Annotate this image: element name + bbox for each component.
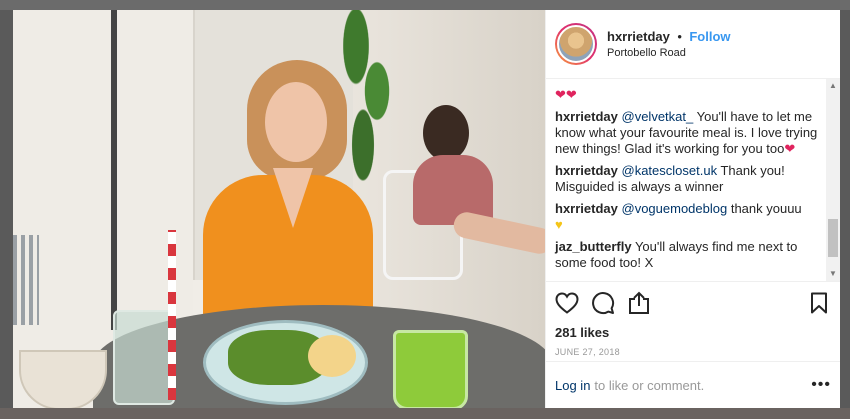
post-details-panel: hxrrietday • Follow Portobello Road ❤❤ h… [545,10,840,408]
likes-count[interactable]: 281 likes [546,323,840,343]
background-tile [0,408,850,419]
comment-mention[interactable]: @velvetkat_ [622,109,694,124]
comments-list[interactable]: ❤❤ hxrrietday @velvetkat_ You'll have to… [546,79,840,281]
scroll-up-arrow-icon[interactable]: ▲ [826,79,840,93]
photo-green-juice [393,330,468,408]
comment-text: thank youuu [727,201,802,216]
scroll-down-arrow-icon[interactable]: ▼ [826,267,840,281]
action-bar [546,281,840,323]
post-location[interactable]: Portobello Road [607,47,731,61]
heart-icon[interactable] [555,291,579,315]
post-header: hxrrietday • Follow Portobello Road [546,10,840,79]
comment-username[interactable]: jaz_butterfly [555,239,632,254]
comment-username[interactable]: hxrrietday [555,163,618,178]
comment-username[interactable]: hxrrietday [555,201,618,216]
comment-item: hxrrietday @katescloset.uk Thank you! Mi… [555,163,826,195]
comment-username[interactable]: hxrrietday [555,109,618,124]
separator-dot: • [677,29,682,45]
comment-item: jaz_butterfly You'll always find me next… [555,239,826,271]
photo-cutlery [13,235,39,325]
post-date[interactable]: JUNE 27, 2018 [546,343,840,361]
post-username[interactable]: hxrrietday [607,29,670,44]
yellow-heart-emoji: ♥ [555,217,563,232]
comment-hearts: ❤❤ [555,87,577,102]
share-icon[interactable] [627,291,651,315]
post-photo[interactable] [13,10,545,408]
photo-background-person [413,105,545,305]
follow-button[interactable]: Follow [689,29,730,44]
login-prompt-text: to like or comment. [594,377,705,393]
photo-eggs [308,335,356,377]
more-options-icon[interactable]: ••• [811,376,831,394]
comment-mention[interactable]: @voguemodeblog [622,201,728,216]
comments-scrollbar[interactable]: ▲ ▼ [826,79,840,281]
photo-bowl [19,350,107,408]
login-bar: Log in to like or comment. ••• [546,361,840,408]
clipped-comment [555,79,826,83]
comment-item: hxrrietday @velvetkat_ You'll have to le… [555,109,826,157]
login-link[interactable]: Log in [555,378,590,393]
comment-item: hxrrietday @voguemodeblog thank youuu ♥ [555,201,826,233]
post-modal: hxrrietday • Follow Portobello Road ❤❤ h… [13,10,840,408]
background-tile [0,0,850,10]
photo-pipe [111,10,117,330]
user-avatar[interactable] [555,23,597,65]
photo-straw [168,230,176,400]
photo-main-person [203,60,373,325]
comment-icon[interactable] [591,291,615,315]
bookmark-icon[interactable] [807,291,831,315]
comment-mention[interactable]: @katescloset.uk [622,163,718,178]
heart-emoji: ❤ [784,141,796,156]
scroll-thumb[interactable] [828,219,838,257]
photo-mojito-glass [113,310,175,405]
